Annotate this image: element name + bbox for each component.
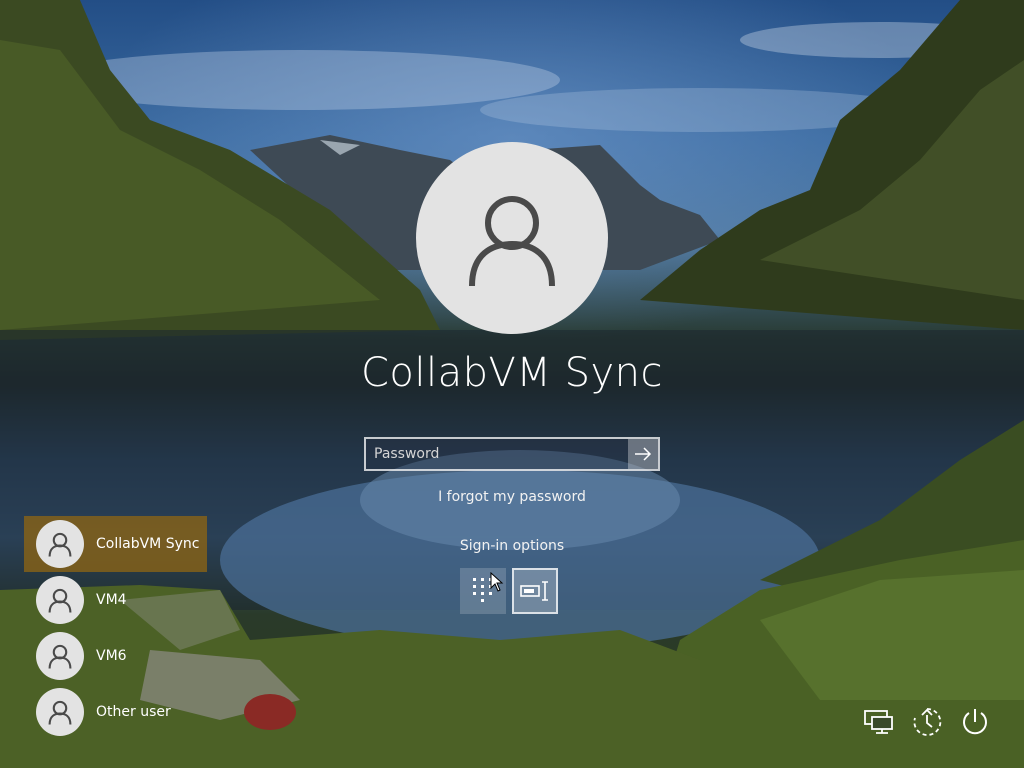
password-key-icon xyxy=(520,581,548,601)
user-list-item-label: VM4 xyxy=(96,592,127,608)
user-list-item-label: Other user xyxy=(96,704,171,720)
avatar xyxy=(36,576,84,624)
password-field-container xyxy=(364,437,660,471)
avatar xyxy=(36,520,84,568)
user-icon xyxy=(48,588,72,613)
avatar xyxy=(36,632,84,680)
user-list-item-vm6[interactable]: VM6 xyxy=(24,628,207,684)
user-list-item-label: CollabVM Sync xyxy=(96,536,200,552)
mouse-cursor-icon xyxy=(490,572,504,592)
user-list: CollabVM Sync VM4 VM6 Other user xyxy=(24,516,224,740)
user-avatar xyxy=(416,142,608,334)
submit-button[interactable] xyxy=(628,439,658,469)
avatar xyxy=(36,688,84,736)
lock-screen: CollabVM Sync I forgot my password Sign-… xyxy=(0,0,1024,768)
password-input[interactable] xyxy=(366,439,628,469)
password-option-button[interactable] xyxy=(512,568,558,614)
user-list-item-collabvm-sync[interactable]: CollabVM Sync xyxy=(24,516,207,572)
user-icon xyxy=(48,700,72,725)
forgot-password-link[interactable]: I forgot my password xyxy=(0,489,1024,505)
arrow-right-icon xyxy=(635,447,652,461)
user-icon xyxy=(48,644,72,669)
ease-of-access-icon xyxy=(913,708,942,736)
user-list-item-other-user[interactable]: Other user xyxy=(24,684,207,740)
power-icon xyxy=(963,709,987,735)
user-list-item-label: VM6 xyxy=(96,648,127,664)
user-display-name: CollabVM Sync xyxy=(360,350,664,396)
ease-of-access-button[interactable] xyxy=(910,705,944,739)
power-button[interactable] xyxy=(958,705,992,739)
user-list-item-vm4[interactable]: VM4 xyxy=(24,572,207,628)
network-icon xyxy=(864,710,893,734)
user-icon xyxy=(48,532,72,557)
user-icon xyxy=(469,196,555,287)
network-button[interactable] xyxy=(862,705,896,739)
